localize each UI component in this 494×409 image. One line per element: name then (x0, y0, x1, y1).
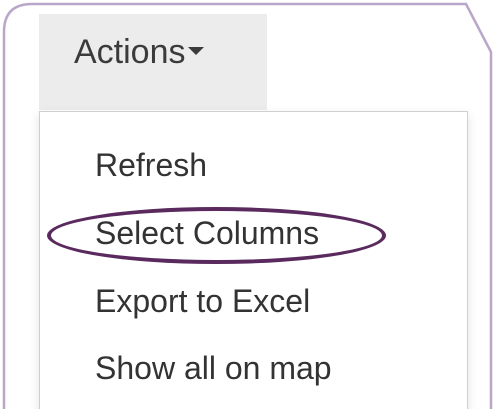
screenshot-callout: Actions Refresh Select Columns Export to… (0, 0, 494, 409)
callout-frame (2, 2, 493, 409)
